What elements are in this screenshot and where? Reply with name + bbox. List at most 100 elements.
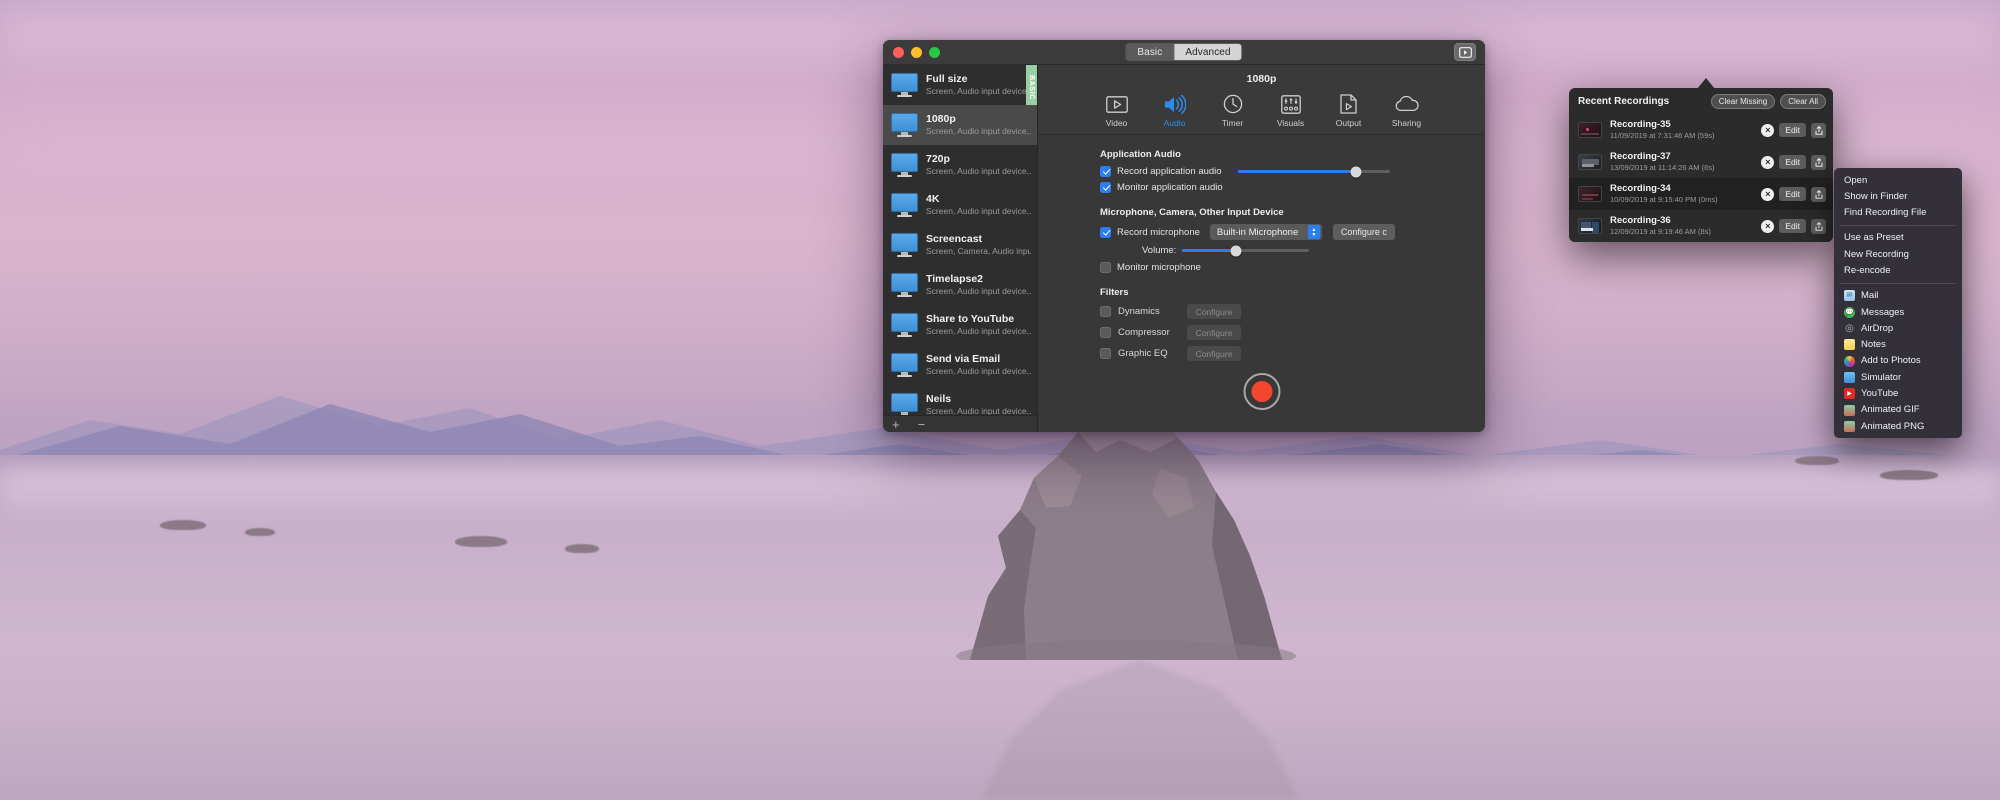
microphone-volume-slider[interactable] (1182, 245, 1310, 256)
delete-recording-icon[interactable]: × (1761, 187, 1775, 201)
edit-recording-button[interactable]: Edit (1779, 187, 1806, 201)
microphone-device-select[interactable]: Built-in Microphone ▲ ▼ (1209, 224, 1322, 240)
share-recording-button[interactable] (1811, 154, 1826, 170)
recording-thumbnail (1578, 218, 1602, 234)
menu-item-re-encode[interactable]: Re-encode (1834, 262, 1962, 278)
recording-row[interactable]: Recording-35 11/09/2019 at 7:31:46 AM (5… (1569, 114, 1833, 146)
preset-item-screencast[interactable]: Screencast Screen, Camera, Audio input… (883, 225, 1037, 265)
preset-item-full-size[interactable]: Full size Screen, Audio input device BAS… (883, 65, 1037, 110)
menu-item-animated-png[interactable]: Animated PNG (1834, 418, 1962, 434)
recent-recordings-popover: Recent Recordings Clear Missing Clear Al… (1569, 88, 1833, 242)
monitor-microphone-checkbox[interactable] (1100, 262, 1111, 273)
recording-row[interactable]: Recording-37 13/09/2019 at 11:14:26 AM (… (1569, 146, 1833, 178)
recording-row[interactable]: Recording-34 10/09/2019 at 9:15:40 PM (0… (1569, 178, 1833, 210)
graphic-eq-checkbox[interactable] (1100, 348, 1111, 359)
edit-recording-button[interactable]: Edit (1779, 123, 1806, 137)
menu-item-notes[interactable]: Notes (1834, 337, 1962, 353)
preset-desc: Screen, Audio input device,… (926, 326, 1031, 337)
maximize-button[interactable] (929, 46, 940, 58)
add-preset-button[interactable]: + (892, 418, 900, 431)
monitor-application-audio-checkbox[interactable] (1100, 182, 1111, 193)
record-application-audio-checkbox[interactable] (1100, 166, 1111, 177)
menu-item-animated-gif[interactable]: Animated GIF (1834, 402, 1962, 418)
tab-output[interactable]: Output (1325, 92, 1373, 128)
menu-item-simulator[interactable]: Simulator (1834, 369, 1962, 385)
share-recording-button[interactable] (1811, 218, 1826, 234)
menu-item-new-recording[interactable]: New Recording (1834, 246, 1962, 262)
dynamics-label: Dynamics (1118, 306, 1160, 317)
preset-name: 4K (926, 192, 940, 205)
tab-sharing[interactable]: Sharing (1383, 92, 1431, 128)
preset-item-share-to-youtube[interactable]: Share to YouTube Screen, Audio input dev… (883, 305, 1037, 345)
preset-item-neils[interactable]: Neils Screen, Audio input device,… (883, 385, 1037, 415)
delete-recording-icon[interactable]: × (1761, 219, 1775, 233)
configure-camera-button[interactable]: Configure c (1332, 224, 1395, 240)
menu-item-mail[interactable]: ✉ Mail (1834, 288, 1962, 304)
remove-preset-button[interactable]: − (918, 418, 926, 431)
menu-item-label: Mail (1861, 290, 1879, 302)
recording-thumbnail (1578, 154, 1602, 170)
mail-icon: ✉ (1844, 290, 1855, 302)
dynamics-configure-button[interactable]: Configure (1187, 304, 1241, 319)
compressor-configure-button[interactable]: Configure (1187, 325, 1241, 340)
filter-row-dynamics[interactable]: Dynamics Configure (1100, 304, 1485, 319)
menu-item-messages[interactable]: 💬 Messages (1834, 304, 1962, 320)
menu-item-open[interactable]: Open (1834, 172, 1962, 188)
tab-visuals[interactable]: Visuals (1267, 92, 1315, 128)
tab-video[interactable]: Video (1093, 92, 1141, 128)
menu-separator (1840, 224, 1956, 226)
graphic-eq-configure-label: Configure (1195, 348, 1233, 359)
monitor-application-audio-label: Monitor application audio (1117, 182, 1223, 193)
graphic-eq-configure-button[interactable]: Configure (1187, 346, 1241, 361)
clear-all-button[interactable]: Clear All (1780, 94, 1826, 109)
minimize-button[interactable] (911, 46, 922, 58)
window-titlebar[interactable]: Basic Advanced (883, 40, 1485, 65)
record-button[interactable] (1243, 373, 1280, 410)
edit-recording-button[interactable]: Edit (1779, 155, 1806, 169)
record-application-audio-row[interactable]: Record application audio (1100, 166, 1485, 177)
close-button[interactable] (893, 46, 904, 58)
popover-title: Recent Recordings (1578, 96, 1670, 107)
tab-label: Visuals (1276, 118, 1305, 128)
filter-row-graphic-eq[interactable]: Graphic EQ Configure (1100, 346, 1485, 361)
menu-item-label: Notes (1861, 339, 1886, 351)
recording-row[interactable]: Recording-36 12/09/2019 at 9:19:46 AM (8… (1569, 210, 1833, 242)
preset-item-4k[interactable]: 4K Screen, Audio input device,… (883, 185, 1037, 225)
basic-tab-marker[interactable]: BASIC (1026, 65, 1037, 110)
record-microphone-checkbox[interactable] (1100, 226, 1111, 238)
menu-item-add-to-photos[interactable]: Add to Photos (1834, 353, 1962, 369)
share-recording-button[interactable] (1811, 122, 1826, 138)
filter-row-compressor[interactable]: Compressor Configure (1100, 325, 1485, 340)
monitor-microphone-row[interactable]: Monitor microphone (1100, 262, 1485, 273)
tab-basic[interactable]: Basic (1126, 44, 1174, 60)
tab-audio[interactable]: Audio (1151, 92, 1199, 128)
preset-item-timelapse2[interactable]: Timelapse2 Screen, Audio input device,… (883, 265, 1037, 305)
delete-recording-icon[interactable]: × (1761, 155, 1775, 169)
menu-item-find-recording-file[interactable]: Find Recording File (1834, 205, 1962, 221)
microphone-volume-row[interactable]: Volume: (1142, 245, 1485, 256)
menu-item-youtube[interactable]: ▶ YouTube (1834, 386, 1962, 402)
tab-timer[interactable]: Timer (1209, 92, 1257, 128)
recordings-toolbar-button[interactable] (1454, 43, 1476, 61)
monitor-application-audio-row[interactable]: Monitor application audio (1100, 182, 1485, 193)
share-recording-button[interactable] (1811, 186, 1826, 202)
rock-reflection (980, 660, 1300, 800)
mode-segmented-control[interactable]: Basic Advanced (1125, 43, 1243, 61)
dynamics-checkbox[interactable] (1100, 306, 1111, 317)
edit-recording-button[interactable]: Edit (1779, 219, 1806, 233)
menu-item-use-as-preset[interactable]: Use as Preset (1834, 230, 1962, 246)
preset-name: Share to YouTube (926, 312, 1015, 325)
preset-item-send-via-email[interactable]: Send via Email Screen, Audio input devic… (883, 345, 1037, 385)
compressor-checkbox[interactable] (1100, 327, 1111, 338)
menu-item-airdrop[interactable]: ◎ AirDrop (1834, 320, 1962, 336)
cloud-band (0, 10, 2000, 44)
preset-item-1080p[interactable]: 1080p Screen, Audio input device,… (883, 105, 1037, 145)
delete-recording-icon[interactable]: × (1761, 123, 1775, 137)
application-audio-volume-slider[interactable] (1237, 166, 1390, 177)
preset-item-720p[interactable]: 720p Screen, Audio input device,… (883, 145, 1037, 185)
record-microphone-row[interactable]: Record microphone Built-in Microphone ▲ ▼… (1100, 224, 1485, 240)
clear-missing-button[interactable]: Clear Missing (1710, 94, 1776, 109)
tab-advanced[interactable]: Advanced (1173, 44, 1242, 60)
recording-name: Recording-35 (1610, 119, 1671, 131)
menu-item-show-in-finder[interactable]: Show in Finder (1834, 188, 1962, 204)
